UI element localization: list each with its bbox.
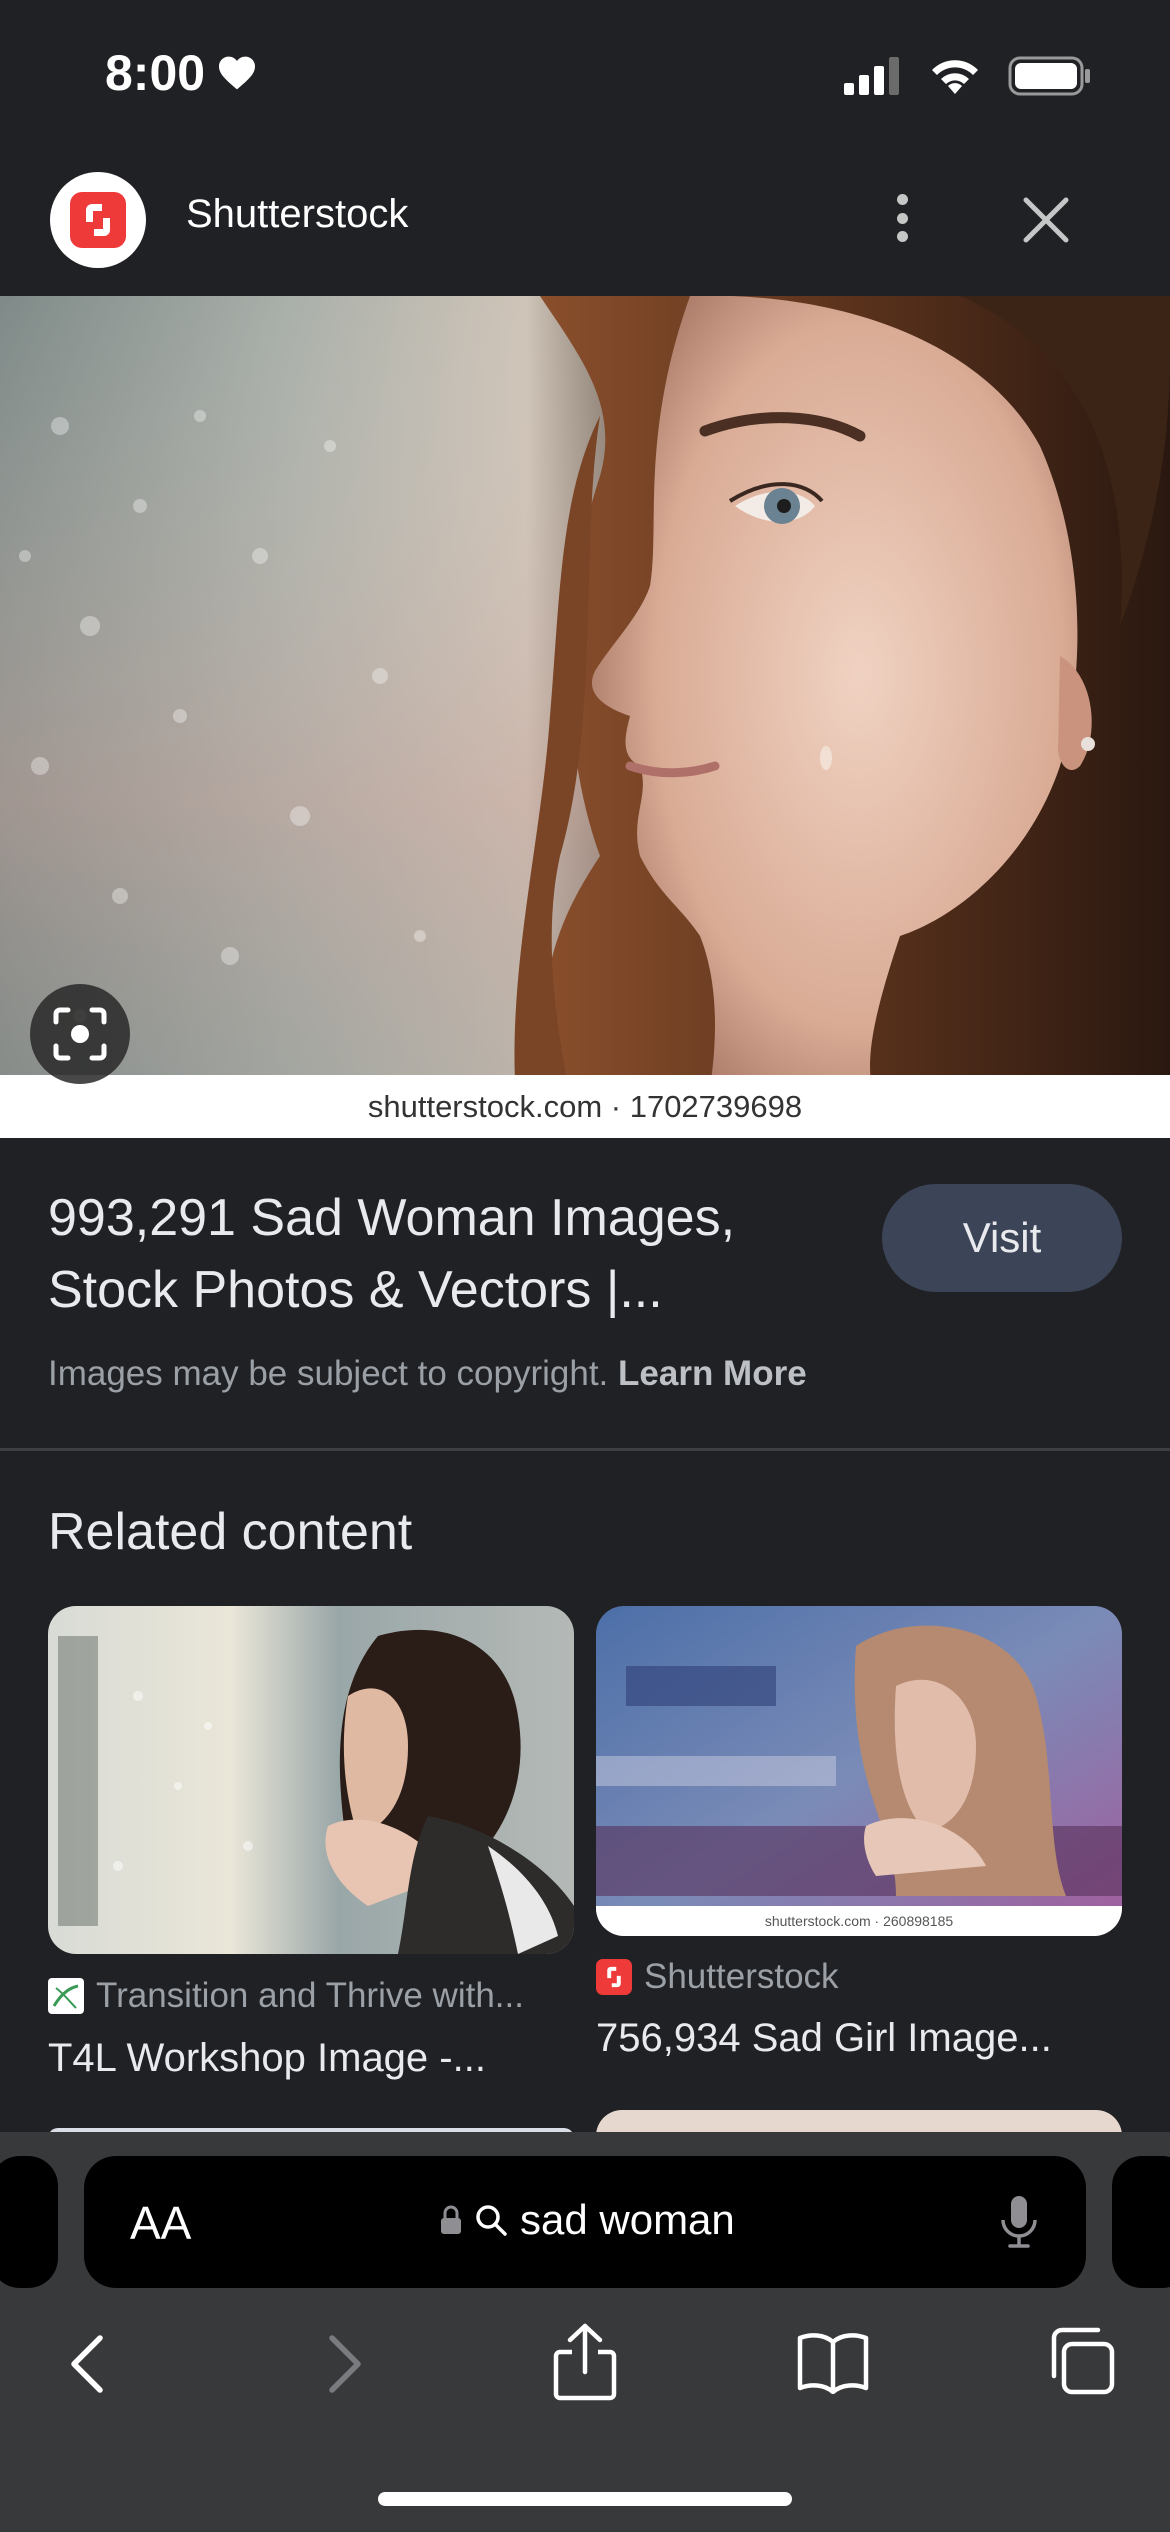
chevron-left-icon[interactable] <box>60 2332 120 2396</box>
signal-bars-icon <box>844 57 899 95</box>
previous-tab-preview[interactable] <box>0 2156 58 2288</box>
reader-aa-button[interactable]: AA <box>130 2196 191 2250</box>
shutterstock-logo-icon <box>70 192 126 248</box>
heart-icon <box>219 56 256 90</box>
search-icon <box>476 2205 507 2236</box>
related-card-2-watermark: shutterstock.com · 260898185 <box>765 1913 954 1929</box>
book-icon[interactable] <box>796 2330 870 2394</box>
copyright-note: Images may be subject to copyright. Lear… <box>48 1354 807 1394</box>
related-card-1-thumbnail[interactable] <box>48 1606 574 1954</box>
lock-icon <box>441 2205 461 2234</box>
result-title-line2: Stock Photos & Vectors |... <box>48 1261 663 1319</box>
image-watermark: shutterstock.com · 1702739698 <box>0 1075 1170 1138</box>
chevron-right-icon[interactable] <box>312 2332 372 2396</box>
share-icon[interactable] <box>550 2322 620 2402</box>
result-title[interactable]: 993,291 Sad Woman Images, Stock Photos &… <box>48 1182 808 1326</box>
visit-button[interactable]: Visit <box>882 1184 1122 1292</box>
result-title-line1: 993,291 Sad Woman Images, <box>48 1189 736 1247</box>
status-time-text: 8:00 <box>105 45 206 101</box>
next-tab-preview[interactable] <box>1112 2156 1170 2288</box>
lens-button[interactable] <box>30 984 130 1084</box>
close-icon[interactable] <box>1018 192 1074 248</box>
divider <box>0 1448 1170 1451</box>
home-indicator[interactable] <box>378 2492 792 2506</box>
mic-icon[interactable] <box>998 2194 1040 2250</box>
status-icons <box>844 56 1092 96</box>
related-card-2-source[interactable]: Shutterstock <box>596 1957 839 1997</box>
related-card-1-source[interactable]: Transition and Thrive with... <box>48 1976 524 2016</box>
more-vertical-icon[interactable] <box>880 186 924 250</box>
learn-more-link[interactable]: Learn More <box>618 1354 807 1393</box>
related-card-2-thumbnail[interactable]: shutterstock.com · 260898185 <box>596 1606 1122 1936</box>
address-text: sad woman <box>520 2196 735 2243</box>
related-card-1-source-text: Transition and Thrive with... <box>96 1976 524 2015</box>
source-header <box>0 160 1170 296</box>
lens-icon <box>53 1007 107 1061</box>
tabs-icon[interactable] <box>1046 2326 1116 2396</box>
related-card-2-source-text: Shutterstock <box>644 1957 839 1996</box>
shutterstock-logo[interactable] <box>50 172 146 268</box>
shutterstock-favicon-icon <box>596 1959 632 1995</box>
related-heading: Related content <box>48 1503 413 1561</box>
copyright-text: Images may be subject to copyright. <box>48 1354 609 1393</box>
site-favicon-icon <box>48 1978 84 2014</box>
related-card-2-title[interactable]: 756,934 Sad Girl Image... <box>596 2016 1052 2061</box>
related-card-1-title[interactable]: T4L Workshop Image -... <box>48 2036 486 2081</box>
address-field[interactable]: sad woman <box>440 2196 735 2244</box>
source-name[interactable]: Shutterstock <box>186 192 408 237</box>
wifi-icon <box>932 60 978 94</box>
status-time: 8:00 <box>105 44 257 102</box>
battery-icon <box>1008 56 1090 96</box>
main-image[interactable] <box>0 296 1170 1138</box>
aa-label: AA <box>130 2197 192 2249</box>
